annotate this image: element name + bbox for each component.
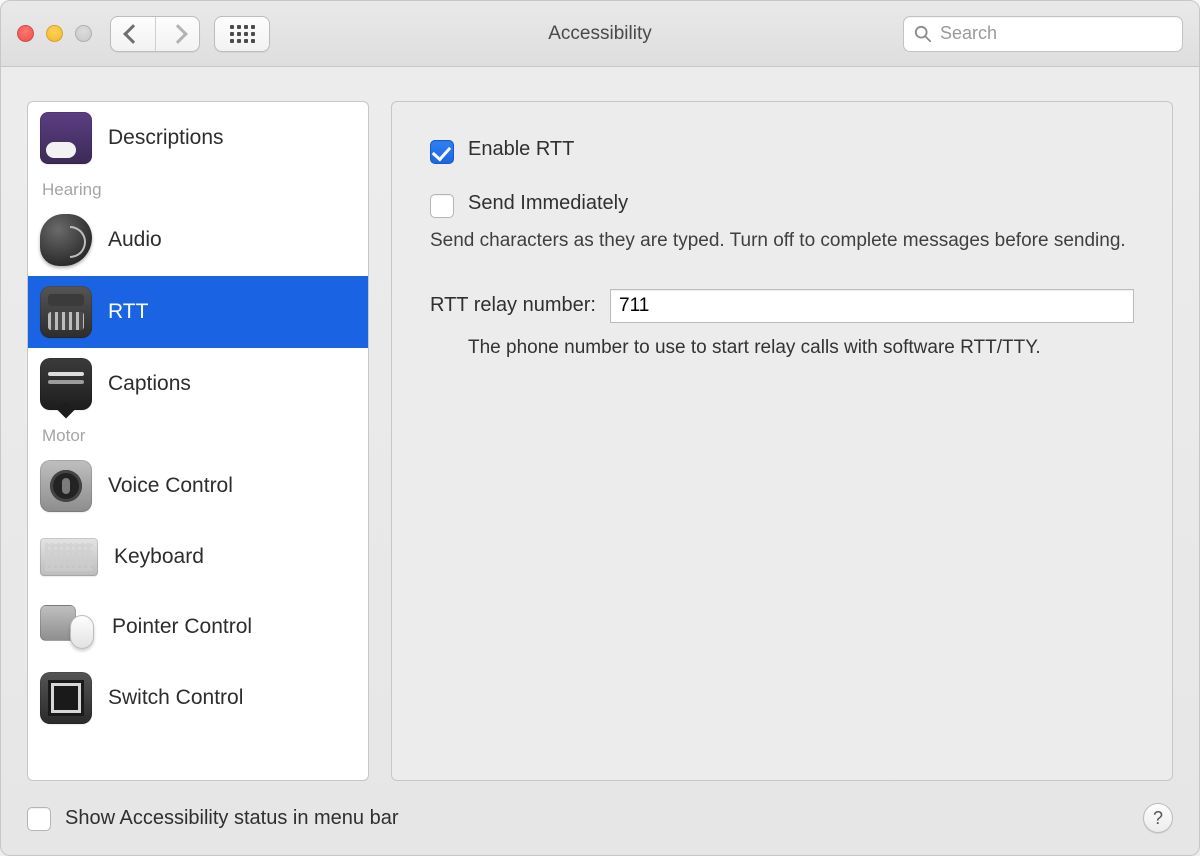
close-window-button[interactable] [17, 25, 34, 42]
enable-rtt-checkbox[interactable] [430, 140, 454, 164]
grid-icon [230, 25, 255, 43]
sidebar-item-label: Audio [108, 228, 162, 252]
sidebar-item-captions[interactable]: Captions [28, 348, 368, 420]
sidebar-item-descriptions[interactable]: Descriptions [28, 102, 368, 174]
sidebar-item-audio[interactable]: Audio [28, 204, 368, 276]
help-icon: ? [1153, 808, 1163, 829]
search-field[interactable] [903, 16, 1183, 52]
voice-control-icon [40, 460, 92, 512]
sidebar-item-label: RTT [108, 300, 148, 324]
search-input[interactable] [940, 23, 1172, 44]
sidebar-item-switch-control[interactable]: Switch Control [28, 662, 368, 734]
minimize-window-button[interactable] [46, 25, 63, 42]
sidebar-item-label: Captions [108, 372, 191, 396]
show-all-button[interactable] [214, 16, 270, 52]
sidebar-item-rtt[interactable]: RTT [28, 276, 368, 348]
keyboard-icon [40, 538, 98, 576]
rtt-icon [40, 286, 92, 338]
relay-number-row: RTT relay number: [430, 289, 1134, 323]
switch-control-icon [40, 672, 92, 724]
show-status-label: Show Accessibility status in menu bar [65, 807, 399, 830]
help-button[interactable]: ? [1143, 803, 1173, 833]
descriptions-icon [40, 112, 92, 164]
relay-number-hint: The phone number to use to start relay c… [468, 337, 1134, 359]
send-immediately-label: Send Immediately [468, 192, 1134, 215]
enable-rtt-row: Enable RTT [430, 138, 1134, 164]
captions-icon [40, 358, 92, 410]
sidebar-section-header-hearing: Hearing [28, 174, 368, 204]
enable-rtt-label: Enable RTT [468, 138, 574, 161]
titlebar: Accessibility [1, 1, 1199, 67]
chevron-left-icon [123, 24, 143, 44]
search-icon [914, 25, 932, 43]
footer: Show Accessibility status in menu bar ? [1, 793, 1199, 855]
relay-number-label: RTT relay number: [430, 294, 596, 317]
sidebar-item-label: Keyboard [114, 545, 204, 569]
sidebar-item-voice-control[interactable]: Voice Control [28, 450, 368, 522]
sidebar-item-label: Pointer Control [112, 615, 252, 639]
nav-back-forward [110, 16, 200, 52]
sidebar-section-header-motor: Motor [28, 420, 368, 450]
sidebar-item-pointer-control[interactable]: Pointer Control [28, 592, 368, 662]
relay-number-input[interactable] [610, 289, 1134, 323]
send-immediately-checkbox[interactable] [430, 194, 454, 218]
window-controls [17, 25, 92, 42]
sidebar: Descriptions Hearing Audio RTT Captions … [27, 101, 369, 781]
body: Descriptions Hearing Audio RTT Captions … [1, 67, 1199, 793]
forward-button[interactable] [155, 17, 199, 51]
audio-icon [40, 214, 92, 266]
preferences-window: Accessibility Descriptions Hearing [0, 0, 1200, 856]
sidebar-item-label: Switch Control [108, 686, 243, 710]
back-button[interactable] [111, 17, 155, 51]
chevron-right-icon [168, 24, 188, 44]
send-immediately-hint: Send characters as they are typed. Turn … [430, 228, 1134, 255]
detail-pane: Enable RTT Send Immediately Send charact… [391, 101, 1173, 781]
show-status-checkbox[interactable] [27, 807, 51, 831]
pointer-control-icon [40, 605, 96, 649]
sidebar-item-label: Voice Control [108, 474, 233, 498]
zoom-window-button[interactable] [75, 25, 92, 42]
send-immediately-row: Send Immediately [430, 192, 1134, 218]
sidebar-item-keyboard[interactable]: Keyboard [28, 522, 368, 592]
sidebar-item-label: Descriptions [108, 126, 224, 150]
